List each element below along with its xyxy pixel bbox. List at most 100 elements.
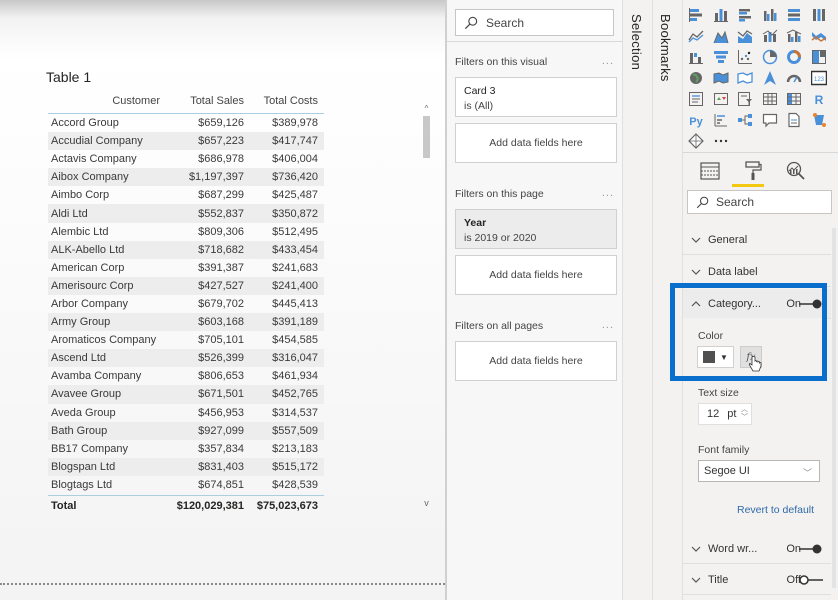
line-chart-icon[interactable] bbox=[687, 27, 705, 45]
scroll-down-icon[interactable]: v bbox=[422, 498, 431, 508]
filters-search-input[interactable]: Search bbox=[455, 9, 614, 36]
line-and-clustered-column-icon[interactable] bbox=[785, 27, 803, 45]
scatter-chart-icon[interactable] bbox=[736, 48, 754, 66]
selection-pane-tab[interactable]: Selection bbox=[624, 0, 653, 600]
format-card-title[interactable]: Title Off bbox=[683, 565, 831, 595]
format-card-word-wrap[interactable]: Word wr... On bbox=[683, 534, 831, 564]
more-options-icon[interactable]: ... bbox=[602, 319, 614, 331]
table-row[interactable]: Aimbo Corp $687,299 $425,487 bbox=[48, 186, 324, 204]
table-row[interactable]: Avavee Group $671,501 $452,765 bbox=[48, 385, 324, 404]
table-row[interactable]: Accudial Company $657,223 $417,747 bbox=[48, 132, 324, 151]
total-costs-cell: $350,872 bbox=[272, 207, 318, 220]
treemap-icon[interactable] bbox=[810, 48, 828, 66]
fields-tab[interactable] bbox=[699, 160, 721, 182]
line-and-stacked-column-icon[interactable] bbox=[761, 27, 779, 45]
chevron-down-icon[interactable]: ﹀ bbox=[741, 414, 748, 422]
total-sales-cell: $391,387 bbox=[198, 261, 244, 274]
filter-card-card3[interactable]: Card 3 is (All) bbox=[455, 77, 617, 117]
analytics-tab[interactable] bbox=[785, 160, 807, 182]
ribbon-chart-icon[interactable] bbox=[810, 27, 828, 45]
pie-chart-icon[interactable] bbox=[761, 48, 779, 66]
table-row[interactable]: Bath Group $927,099 $557,509 bbox=[48, 421, 324, 440]
table-row[interactable]: Aldi Ltd $552,837 $350,872 bbox=[48, 204, 324, 223]
table-scrollbar[interactable]: ^ v bbox=[422, 104, 431, 508]
title-toggle[interactable] bbox=[799, 574, 823, 585]
add-data-fields-all[interactable]: Add data fields here bbox=[455, 341, 617, 381]
column-header-total-sales[interactable]: Total Sales bbox=[160, 95, 244, 107]
table-row[interactable]: Accord Group $659,126 $389,978 bbox=[48, 114, 324, 132]
clustered-column-chart-icon bbox=[763, 9, 776, 21]
more-options-icon[interactable]: ... bbox=[602, 187, 614, 199]
table-row[interactable]: ALK-Abello Ltd $718,682 $433,454 bbox=[48, 240, 324, 259]
table-row[interactable]: BB17 Company $357,834 $213,183 bbox=[48, 440, 324, 458]
table-row[interactable]: Aveda Group $456,953 $314,537 bbox=[48, 404, 324, 422]
stacked-column-chart-icon[interactable] bbox=[712, 6, 730, 24]
chevron-up-icon[interactable]: ︿ bbox=[741, 406, 748, 414]
more-options-icon[interactable]: ... bbox=[602, 55, 614, 67]
filled-map-icon[interactable] bbox=[712, 69, 730, 87]
table-row[interactable]: Ascend Ltd $526,399 $316,047 bbox=[48, 349, 324, 368]
word-wrap-toggle[interactable] bbox=[799, 544, 823, 554]
font-family-label: Font family bbox=[698, 444, 750, 456]
multi-row-card-icon[interactable] bbox=[687, 90, 705, 108]
clustered-column-chart-icon[interactable] bbox=[761, 6, 779, 24]
table-row[interactable]: Aibox Company $1,197,397 $736,420 bbox=[48, 168, 324, 187]
table-row[interactable]: American Corp $391,387 $241,683 bbox=[48, 259, 324, 277]
add-data-fields-page[interactable]: Add data fields here bbox=[455, 255, 617, 295]
matrix-icon[interactable] bbox=[785, 90, 803, 108]
shape-map-icon[interactable] bbox=[736, 69, 754, 87]
key-influencers-icon[interactable] bbox=[712, 111, 730, 129]
total-costs-cell: $512,495 bbox=[272, 225, 318, 238]
text-size-input[interactable]: 12 pt ︿ ﹀ bbox=[698, 403, 752, 425]
more-visuals-icon[interactable] bbox=[712, 132, 730, 150]
table-row[interactable]: Alembic Ltd $809,306 $512,495 bbox=[48, 223, 324, 241]
table-row[interactable]: Blogspan Ltd $831,403 $515,172 bbox=[48, 457, 324, 476]
add-data-fields-visual[interactable]: Add data fields here bbox=[455, 123, 617, 163]
treemap-icon bbox=[811, 50, 826, 64]
donut-chart-icon[interactable] bbox=[785, 48, 803, 66]
table-row[interactable]: Amerisourc Corp $427,527 $241,400 bbox=[48, 276, 324, 295]
revert-to-default-link[interactable]: Revert to default bbox=[737, 504, 814, 516]
table-row[interactable]: Avamba Company $806,653 $461,934 bbox=[48, 367, 324, 385]
qa-icon[interactable] bbox=[761, 111, 779, 129]
table-icon[interactable] bbox=[761, 90, 779, 108]
power-apps-icon[interactable] bbox=[687, 132, 705, 150]
map-icon[interactable] bbox=[687, 69, 705, 87]
power-automate-icon[interactable] bbox=[810, 111, 828, 129]
area-chart-icon[interactable] bbox=[712, 27, 730, 45]
table-row[interactable]: Army Group $603,168 $391,189 bbox=[48, 313, 324, 332]
slicer-icon[interactable] bbox=[736, 90, 754, 108]
table-visual[interactable]: Table 1 Customer Total Sales Total Costs… bbox=[44, 64, 434, 518]
r-visual-icon[interactable]: R bbox=[810, 90, 828, 108]
table-row[interactable]: Actavis Company $686,978 $406,004 bbox=[48, 150, 324, 168]
paginated-report-icon[interactable] bbox=[785, 111, 803, 129]
column-header-customer[interactable]: Customer bbox=[48, 95, 160, 107]
decomposition-tree-icon[interactable] bbox=[736, 111, 754, 129]
paint-roller-icon bbox=[745, 161, 762, 180]
python-visual-icon[interactable]: Py bbox=[687, 111, 705, 129]
total-costs-cell: $406,004 bbox=[272, 153, 318, 166]
scroll-thumb[interactable] bbox=[423, 116, 430, 158]
gauge-icon[interactable] bbox=[785, 69, 803, 87]
filter-card-year[interactable]: Year is 2019 or 2020 bbox=[455, 209, 617, 249]
funnel-chart-icon[interactable] bbox=[712, 48, 730, 66]
kpi-icon[interactable] bbox=[712, 90, 730, 108]
clustered-bar-chart-icon[interactable] bbox=[736, 6, 754, 24]
format-search-input[interactable]: Search bbox=[687, 190, 832, 214]
table-row[interactable]: Blogtags Ltd $674,851 $428,539 bbox=[48, 476, 324, 494]
stacked-bar-chart-icon[interactable] bbox=[687, 6, 705, 24]
100-stacked-bar-chart-icon[interactable] bbox=[785, 6, 803, 24]
stacked-area-chart-icon[interactable] bbox=[736, 27, 754, 45]
azure-map-icon[interactable] bbox=[761, 69, 779, 87]
format-card-general[interactable]: General bbox=[683, 225, 831, 255]
column-header-total-costs[interactable]: Total Costs bbox=[244, 95, 320, 107]
scroll-up-icon[interactable]: ^ bbox=[422, 104, 431, 114]
font-family-select[interactable]: Segoe UI ﹀ bbox=[698, 460, 820, 482]
spin-buttons[interactable]: ︿ ﹀ bbox=[741, 406, 748, 422]
format-tab[interactable] bbox=[742, 160, 764, 182]
waterfall-chart-icon[interactable] bbox=[687, 48, 705, 66]
table-row[interactable]: Aromaticos Company $705,101 $454,585 bbox=[48, 331, 324, 349]
card-icon[interactable]: 123 bbox=[810, 69, 828, 87]
100-stacked-column-chart-icon[interactable] bbox=[810, 6, 828, 24]
table-row[interactable]: Arbor Company $679,702 $445,413 bbox=[48, 295, 324, 313]
